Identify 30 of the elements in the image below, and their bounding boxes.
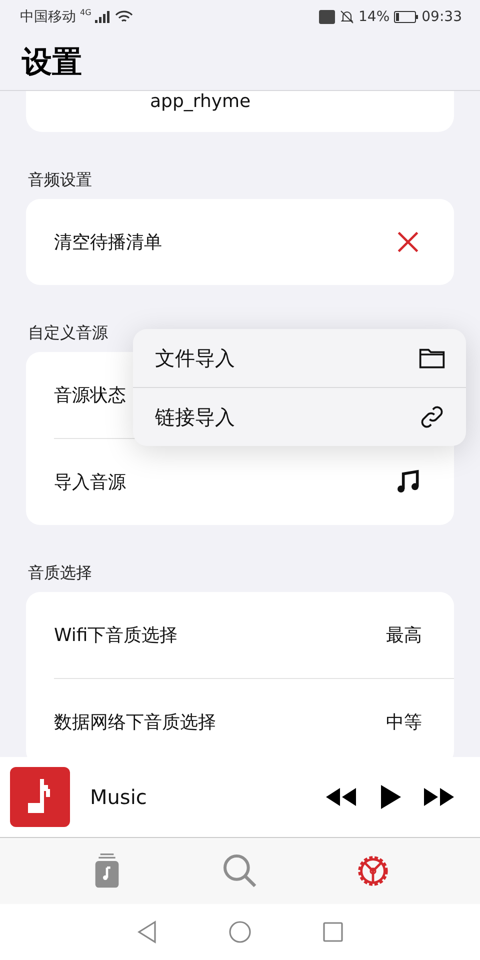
section-title: 自定义音源 <box>28 323 109 344</box>
setting-label: 数据网络下音质选择 <box>54 711 216 734</box>
setting-label: 清空待播清单 <box>54 231 162 254</box>
album-art[interactable] <box>10 767 70 827</box>
track-title: Music <box>90 785 148 809</box>
setting-value: 中等 <box>386 711 422 734</box>
setting-value: app_rhyme <box>150 91 251 112</box>
home-icon[interactable] <box>228 920 252 944</box>
section-title: 音质选择 <box>28 563 93 584</box>
setting-label: Wifi下音质选择 <box>54 624 178 647</box>
setting-row[interactable]: 清空待播清单 <box>54 199 454 285</box>
network-text: 4G <box>80 8 92 17</box>
wifi-icon <box>115 10 134 24</box>
menu-item-label: 链接导入 <box>155 404 235 430</box>
carrier-text: 中国移动 <box>20 8 76 26</box>
back-icon[interactable] <box>136 920 158 944</box>
clock-text: 09:33 <box>422 9 462 25</box>
signal-icon <box>95 11 112 23</box>
menu-item[interactable]: 文件导入 <box>133 329 466 387</box>
setting-value: 最高 <box>386 624 422 647</box>
menu-item-label: 文件导入 <box>155 344 235 372</box>
page-title: 设置 <box>22 44 82 82</box>
setting-row[interactable]: Wifi下音质选择 最高 <box>54 592 454 678</box>
bell-muted-icon <box>338 9 355 25</box>
section-title: 音频设置 <box>28 170 93 191</box>
battery-percent-text: 14% <box>358 9 390 25</box>
battery-icon <box>394 11 418 23</box>
recents-icon[interactable] <box>322 921 344 943</box>
menu-item[interactable]: 链接导入 <box>133 387 466 446</box>
setting-label: 导入音源 <box>54 471 126 494</box>
